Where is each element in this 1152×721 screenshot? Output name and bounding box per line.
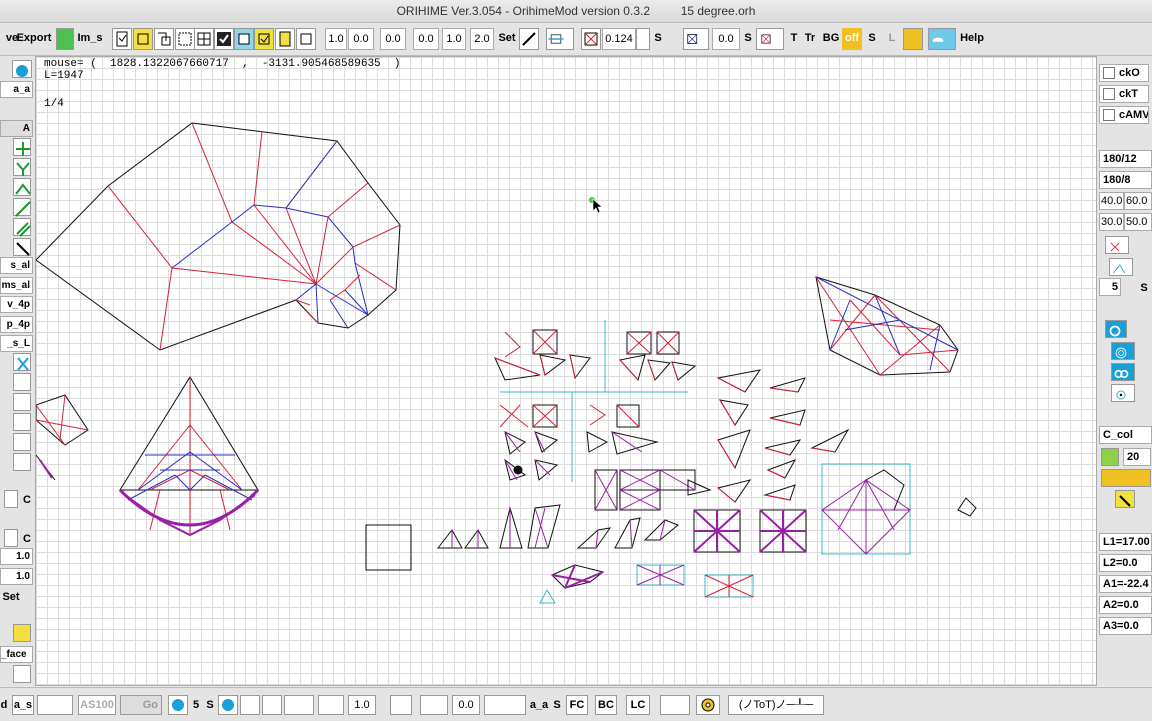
table-flip-button[interactable]: (ノToT)ノ─┸─: [728, 695, 824, 715]
c-col-button[interactable]: C_col: [1099, 426, 1152, 444]
layer-icon[interactable]: [660, 695, 690, 715]
fold-diamond-icon-3[interactable]: [390, 695, 412, 715]
angle-value-30[interactable]: 30.0: [1099, 213, 1124, 231]
camv-checkbox[interactable]: cAMV: [1099, 106, 1149, 124]
color-count[interactable]: 20: [1123, 448, 1151, 466]
angle-a2: A2=0.0: [1099, 596, 1152, 614]
fold-diamond-icon-1[interactable]: [240, 695, 260, 715]
bottom-five[interactable]: 5: [190, 695, 202, 717]
fold-yellow-icon-2[interactable]: [420, 695, 448, 715]
gear-icon[interactable]: [696, 695, 720, 715]
fold-diamond-icon-2[interactable]: [262, 695, 282, 715]
angle-value-40[interactable]: 40.0: [1099, 192, 1124, 210]
angle-a3: A3=0.0: [1099, 617, 1152, 635]
fc-button[interactable]: FC: [566, 695, 588, 715]
go-button[interactable]: Go: [120, 695, 162, 715]
angle-180-12[interactable]: 180/12: [1099, 150, 1152, 168]
as100-button[interactable]: AS100: [78, 695, 116, 715]
camv-label: cAMV: [1119, 109, 1149, 121]
cko-label: ckO: [1119, 67, 1140, 79]
fold-yellow-icon[interactable]: [318, 695, 344, 715]
fold-arrows-icon[interactable]: [284, 695, 314, 715]
double-circle-icon[interactable]: [1111, 363, 1135, 381]
cko-checkbox[interactable]: ckO: [1099, 64, 1149, 82]
fold-diamond-icon-4[interactable]: [484, 695, 526, 715]
empty-square: [365, 524, 412, 571]
crease-pattern-right: [815, 276, 959, 376]
right-panel: ckO ckT cAMV 180/12 180/8 40.0 60.0 30.0…: [1097, 56, 1152, 686]
bc-button[interactable]: BC: [595, 695, 617, 715]
length-l1: L1=17.00: [1099, 533, 1152, 551]
ckt-checkbox[interactable]: ckT: [1099, 85, 1149, 103]
bottom-value-2[interactable]: 0.0: [452, 695, 480, 715]
angle-a1: A1=-22.4: [1099, 575, 1152, 593]
crease-pattern-fan: [118, 376, 260, 537]
bottom-value-1[interactable]: 1.0: [348, 695, 376, 715]
mouse-cursor: [589, 197, 603, 214]
redo-fold-icon[interactable]: [218, 695, 238, 715]
crease-pattern-drawing: [36, 122, 977, 604]
circle-tool-icon[interactable]: [1105, 320, 1127, 338]
bottom-a-s-button[interactable]: a_s: [12, 695, 34, 715]
color-pen-icon[interactable]: [1115, 490, 1135, 508]
line-angle-icon[interactable]: [1109, 258, 1133, 276]
concentric-circle-icon[interactable]: [1111, 342, 1135, 360]
angle-180-8[interactable]: 180/8: [1099, 171, 1152, 189]
fold-icon[interactable]: [37, 695, 73, 715]
polygon-count[interactable]: 5: [1099, 278, 1121, 296]
color-cycle-icon[interactable]: [1101, 448, 1119, 466]
cross-icon[interactable]: [1105, 236, 1129, 254]
bottom-s-button[interactable]: S: [204, 695, 216, 717]
bottom-toolbar: d a_s AS100 Go 5 S 1.0 0.0 a_a S FC BC L…: [0, 687, 1152, 721]
lc-button[interactable]: LC: [626, 695, 650, 715]
point-circle-icon[interactable]: [1111, 384, 1135, 402]
crease-pattern-large: [36, 122, 401, 351]
color-yellow-bar-icon[interactable]: [1101, 469, 1151, 487]
angle-value-60[interactable]: 60.0: [1124, 192, 1152, 210]
bottom-s-button-2[interactable]: S: [551, 695, 563, 717]
length-l2: L2=0.0: [1099, 554, 1152, 572]
angle-value-50[interactable]: 50.0: [1124, 213, 1152, 231]
ckt-label: ckT: [1119, 88, 1138, 100]
crease-pattern-left-edge: [36, 394, 89, 481]
undo-fold-icon[interactable]: [168, 695, 188, 715]
bottom-d-button[interactable]: d: [0, 695, 8, 717]
right-s-button[interactable]: S: [1137, 278, 1151, 300]
bottom-a-a-button[interactable]: a_a: [528, 695, 550, 717]
